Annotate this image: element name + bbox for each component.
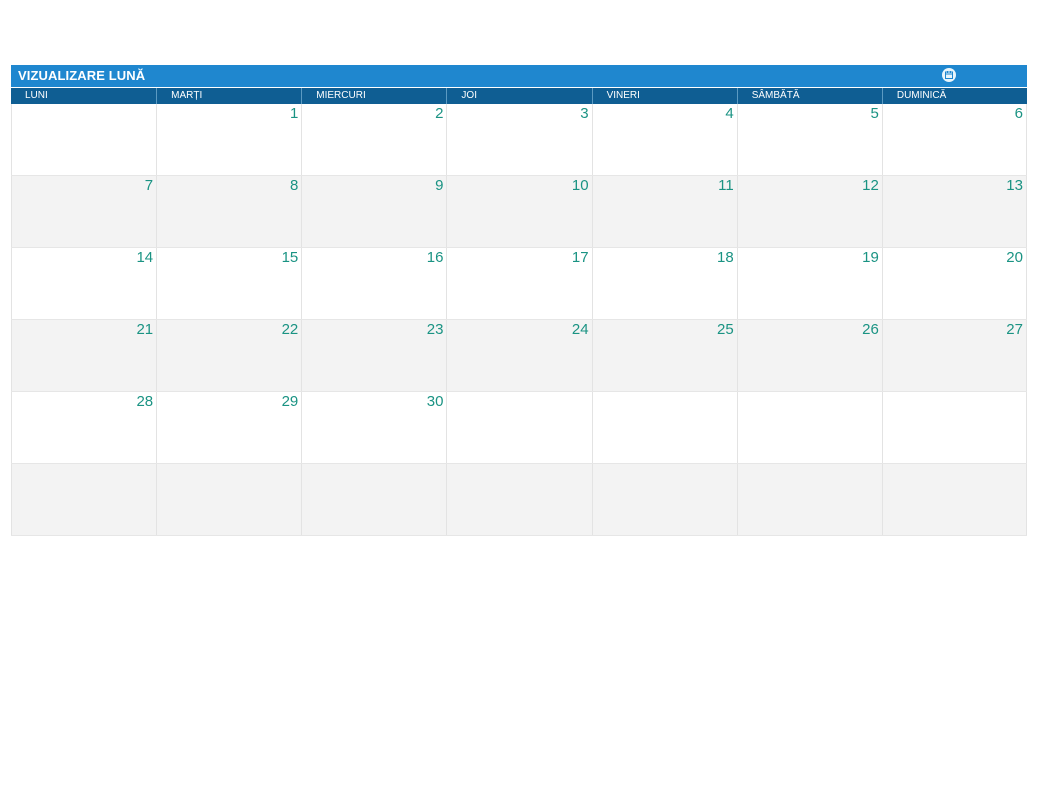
day-cell[interactable]: 13 [882,176,1027,247]
weekday-wednesday: MIERCURI [301,88,446,104]
day-cell[interactable]: 18 [592,248,737,319]
day-number: 14 [136,249,153,266]
week-row: 28 29 30 [11,392,1027,464]
weekday-sunday: DUMINICĂ [882,88,1027,104]
day-number: 24 [572,321,589,338]
day-cell[interactable] [592,392,737,463]
day-cell[interactable]: 27 [882,320,1027,391]
day-cell[interactable]: 25 [592,320,737,391]
day-cell[interactable]: 8 [156,176,301,247]
day-cell[interactable]: 17 [446,248,591,319]
day-cell[interactable] [882,392,1027,463]
day-number: 3 [580,105,588,122]
day-number: 20 [1006,249,1023,266]
weekday-friday: VINERI [592,88,737,104]
day-cell[interactable] [301,464,446,535]
day-cell[interactable]: 6 [882,104,1027,175]
week-row [11,464,1027,536]
day-cell[interactable] [737,464,882,535]
day-number: 6 [1015,105,1023,122]
day-number: 30 [427,393,444,410]
day-cell[interactable]: 12 [737,176,882,247]
day-cell[interactable]: 19 [737,248,882,319]
day-number: 5 [871,105,879,122]
weekday-monday: LUNI [11,88,156,104]
day-number: 1 [290,105,298,122]
day-number: 28 [136,393,153,410]
day-cell[interactable] [737,392,882,463]
day-number: 4 [725,105,733,122]
day-cell[interactable]: 9 [301,176,446,247]
day-number: 23 [427,321,444,338]
week-row: 14 15 16 17 18 19 20 [11,248,1027,320]
day-number: 21 [136,321,153,338]
day-cell[interactable]: 16 [301,248,446,319]
weekday-thursday: JOI [446,88,591,104]
week-row: 21 22 23 24 25 26 27 [11,320,1027,392]
day-cell[interactable] [11,464,156,535]
day-cell[interactable] [592,464,737,535]
day-cell[interactable]: 5 [737,104,882,175]
day-number: 12 [862,177,879,194]
day-number: 22 [282,321,299,338]
day-cell[interactable] [156,464,301,535]
day-cell[interactable]: 23 [301,320,446,391]
weekday-header-row: LUNI MARȚI MIERCURI JOI VINERI SÂMBĂTĂ D… [11,88,1027,104]
day-number: 25 [717,321,734,338]
day-number: 18 [717,249,734,266]
day-number: 11 [718,177,734,194]
calendar-grid: 1234567891011121314151617181920212223242… [11,104,1027,536]
day-cell[interactable]: 7 [11,176,156,247]
day-cell[interactable] [446,392,591,463]
day-number: 10 [572,177,589,194]
day-cell[interactable]: 30 [301,392,446,463]
day-cell[interactable] [446,464,591,535]
day-number: 26 [862,321,879,338]
day-cell[interactable]: 2 [301,104,446,175]
day-cell[interactable]: 1 [156,104,301,175]
calendar-title-bar: VIZUALIZARE LUNĂ [11,65,1027,88]
day-number: 9 [435,177,443,194]
day-cell[interactable] [11,104,156,175]
day-cell[interactable] [882,464,1027,535]
day-cell[interactable]: 26 [737,320,882,391]
day-number: 16 [427,249,444,266]
day-cell[interactable]: 29 [156,392,301,463]
day-number: 7 [145,177,153,194]
day-number: 17 [572,249,589,266]
day-cell[interactable]: 24 [446,320,591,391]
day-cell[interactable]: 14 [11,248,156,319]
day-cell[interactable]: 28 [11,392,156,463]
day-number: 27 [1006,321,1023,338]
week-row: 1 2 3 4 5 6 [11,104,1027,176]
day-number: 13 [1006,177,1023,194]
day-cell[interactable]: 3 [446,104,591,175]
weekday-saturday: SÂMBĂTĂ [737,88,882,104]
day-number: 19 [862,249,879,266]
day-number: 15 [282,249,299,266]
day-number: 8 [290,177,298,194]
day-cell[interactable]: 21 [11,320,156,391]
day-cell[interactable]: 10 [446,176,591,247]
calendar-icon[interactable] [942,68,956,82]
day-cell[interactable]: 4 [592,104,737,175]
day-cell[interactable]: 20 [882,248,1027,319]
weekday-tuesday: MARȚI [156,88,301,104]
day-cell[interactable]: 11 [592,176,737,247]
week-row: 7 8 9 10 11 12 13 [11,176,1027,248]
day-number: 29 [282,393,299,410]
calendar-title: VIZUALIZARE LUNĂ [18,68,145,83]
day-number: 2 [435,105,443,122]
month-calendar: VIZUALIZARE LUNĂ LUNI MARȚI MIERCURI JOI… [11,65,1027,536]
day-cell[interactable]: 22 [156,320,301,391]
day-cell[interactable]: 15 [156,248,301,319]
